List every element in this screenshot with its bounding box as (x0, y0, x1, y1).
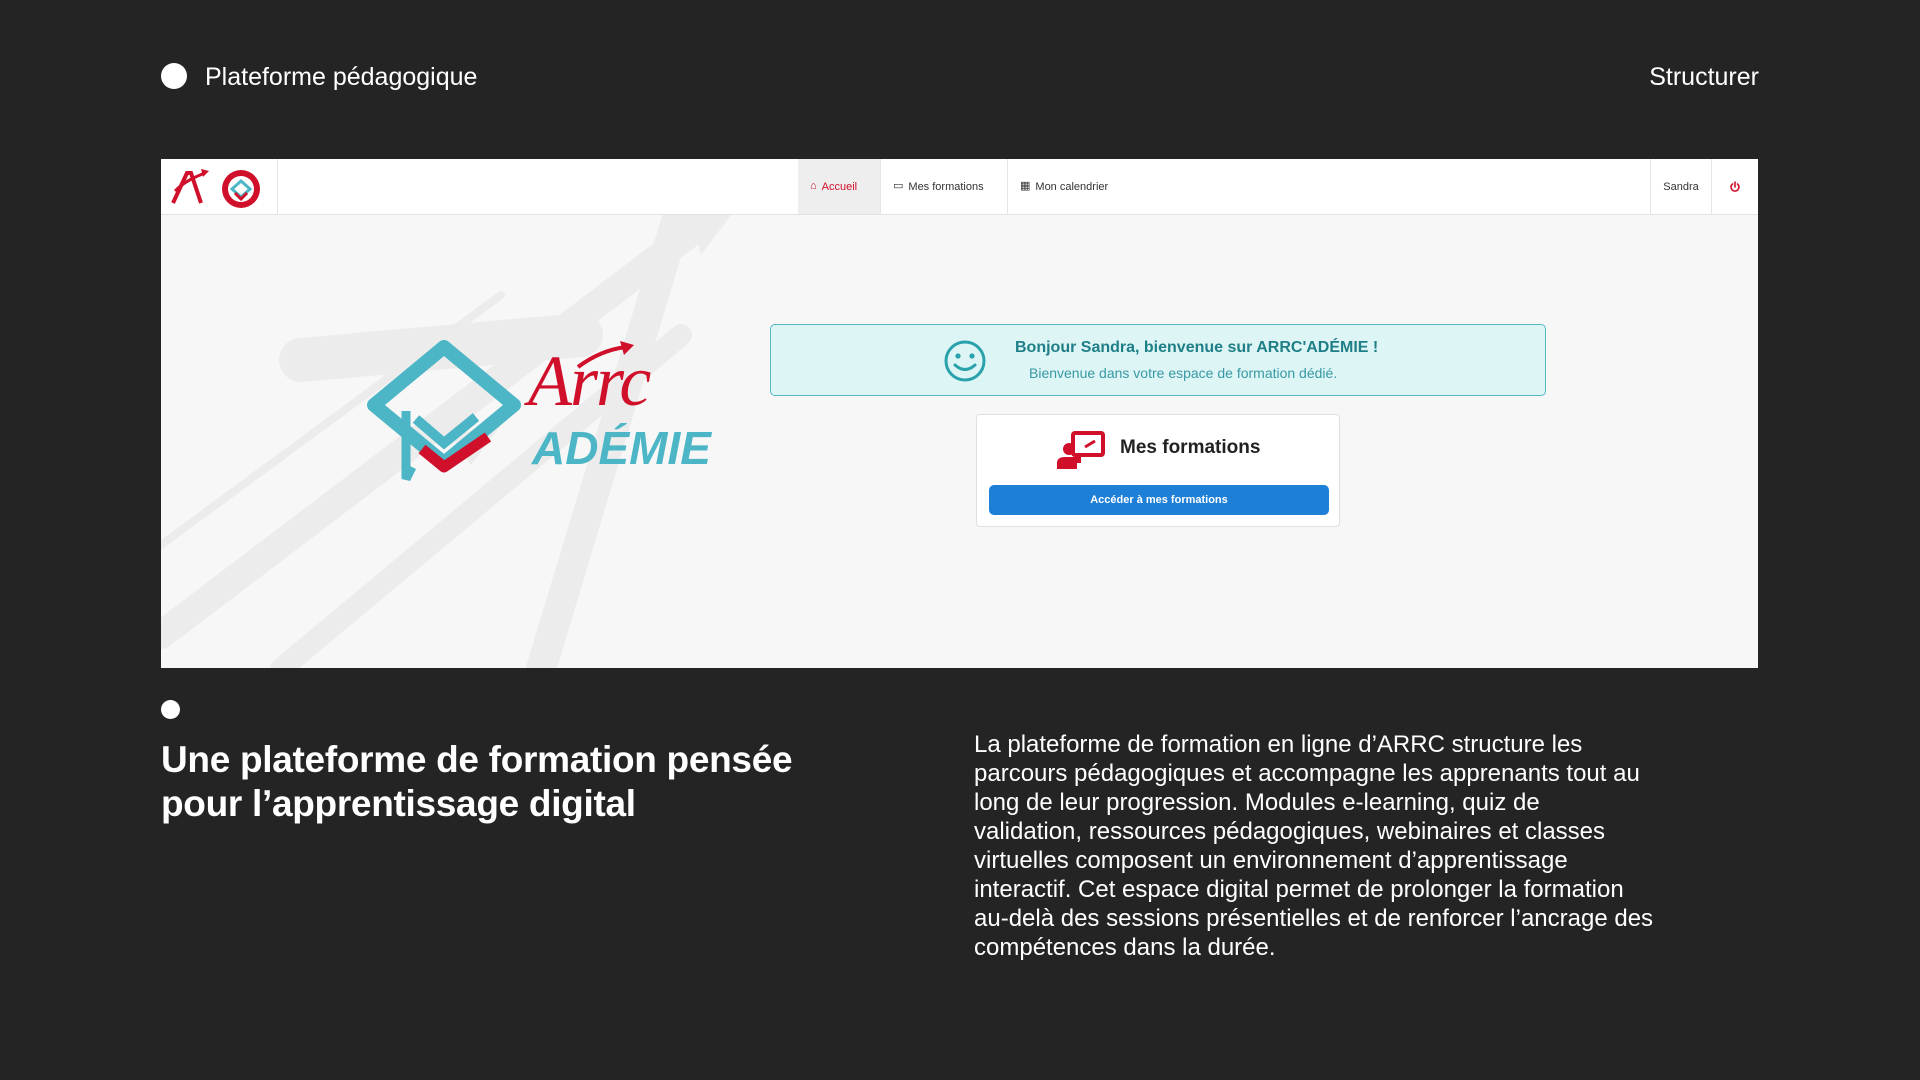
section-heading: Une plateforme de formation pensée pour … (161, 738, 861, 826)
section-heading-line1: Une plateforme de formation pensée (161, 739, 793, 780)
nav-label-mes-formations: Mes formations (908, 180, 984, 193)
top-navbar: ⌂ Accueil ▭ Mes formations ▦ Mon calendr… (161, 159, 1758, 215)
slide-header: Plateforme pédagogique Structurer (161, 56, 1759, 96)
nav-label-mon-calendrier: Mon calendrier (1035, 180, 1109, 193)
user-name: Sandra (1663, 180, 1699, 193)
section-label: Structurer (1649, 63, 1759, 91)
description-paragraph: La plateforme de formation en ligne d’AR… (974, 731, 1654, 961)
slide-title: Plateforme pédagogique (205, 63, 478, 91)
smiley-icon (944, 340, 986, 382)
access-formations-button[interactable]: Accéder à mes formations (989, 485, 1329, 515)
nav-item-accueil[interactable]: ⌂ Accueil (798, 159, 881, 214)
arrcademie-logo: Arrc ADÉMIE (366, 339, 766, 504)
nav-item-mes-formations[interactable]: ▭ Mes formations (881, 159, 1008, 214)
nav-item-mon-calendrier[interactable]: ▦ Mon calendrier (1008, 159, 1128, 214)
bullet-dot (161, 63, 187, 89)
formations-card: Mes formations Accéder à mes formations (976, 414, 1340, 527)
welcome-subtitle: Bienvenue dans votre espace de formation… (1029, 365, 1338, 381)
logo-arrow-icon (576, 341, 634, 369)
nav-user-menu[interactable]: Sandra (1650, 159, 1712, 214)
teacher-board-icon (1057, 431, 1105, 469)
nav-label-accueil: Accueil (821, 180, 858, 193)
card-title: Mes formations (1120, 437, 1261, 458)
welcome-title: Bonjour Sandra, bienvenue sur ARRC'ADÉMI… (1015, 339, 1379, 356)
section-heading-line2: pour l’apprentissage digital (161, 783, 636, 824)
logout-button[interactable] (1712, 159, 1758, 214)
logo-word-ademie: ADÉMIE (532, 422, 711, 474)
home-icon: ⌂ (810, 180, 817, 192)
power-icon (1730, 180, 1740, 192)
platform-screenshot: ⌂ Accueil ▭ Mes formations ▦ Mon calendr… (161, 159, 1758, 668)
bullet-dot (161, 700, 180, 719)
arrcademie-small-logo-icon (171, 169, 260, 208)
calendar-icon: ▦ (1020, 180, 1031, 192)
navbar-logo[interactable] (161, 159, 278, 214)
welcome-banner: Bonjour Sandra, bienvenue sur ARRC'ADÉMI… (770, 324, 1546, 396)
training-icon: ▭ (893, 180, 904, 192)
